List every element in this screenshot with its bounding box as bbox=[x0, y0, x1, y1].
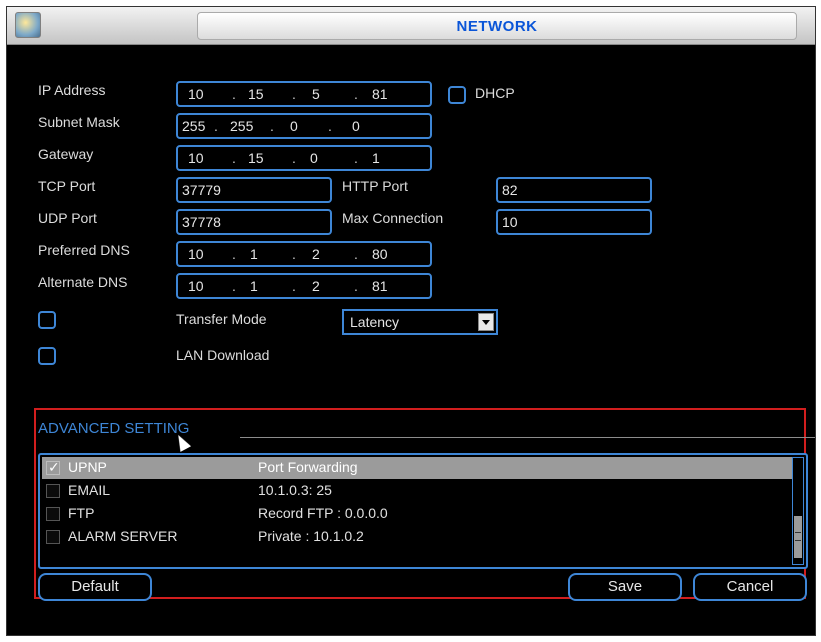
udp-port-label: UDP Port bbox=[38, 210, 97, 226]
list-item-name: FTP bbox=[68, 505, 95, 521]
preferred-dns-input[interactable]: 10 . 1 . 2 . 80 bbox=[176, 241, 432, 267]
chevron-down-icon[interactable] bbox=[478, 313, 494, 331]
preferred-dns-octet-1: 10 bbox=[188, 246, 204, 262]
ip-dot: . bbox=[292, 86, 296, 102]
scrollbar-thumb[interactable] bbox=[794, 516, 802, 558]
tcp-port-input[interactable]: 37779 bbox=[176, 177, 332, 203]
subnet-octet-4: 0 bbox=[352, 118, 360, 134]
alternate-dns-octet-2: 1 bbox=[250, 278, 258, 294]
list-item-info: Port Forwarding bbox=[258, 459, 358, 475]
list-item-info: 10.1.0.3: 25 bbox=[258, 482, 332, 498]
checkbox-icon[interactable] bbox=[46, 530, 60, 544]
gateway-octet-1: 10 bbox=[188, 150, 204, 166]
preferred-dns-octet-3: 2 bbox=[312, 246, 320, 262]
gateway-input[interactable]: 10 . 15 . 0 . 1 bbox=[176, 145, 432, 171]
checkbox-icon[interactable] bbox=[46, 484, 60, 498]
ip-dot: . bbox=[354, 86, 358, 102]
subnet-octet-1: 255 bbox=[182, 118, 206, 134]
tcp-port-label: TCP Port bbox=[38, 178, 96, 194]
subnet-dot: . bbox=[270, 118, 274, 134]
default-button[interactable]: Default bbox=[38, 573, 152, 601]
http-port-label: HTTP Port bbox=[342, 178, 408, 194]
ip-address-input[interactable]: 10 . 15 . 5 . 81 bbox=[176, 81, 432, 107]
gateway-octet-2: 15 bbox=[248, 150, 264, 166]
preferred-dns-label: Preferred DNS bbox=[38, 242, 130, 258]
advanced-setting-title: ADVANCED SETTING bbox=[38, 420, 190, 437]
list-item[interactable]: FTP Record FTP : 0.0.0.0 bbox=[42, 503, 792, 525]
alternate-dns-octet-3: 2 bbox=[312, 278, 320, 294]
checkbox-icon[interactable] bbox=[46, 507, 60, 521]
ip-octet-4: 81 bbox=[372, 86, 388, 102]
list-item-info: Record FTP : 0.0.0.0 bbox=[258, 505, 388, 521]
alternate-dns-dot: . bbox=[232, 278, 236, 294]
max-connection-label: Max Connection bbox=[342, 210, 444, 226]
alternate-dns-octet-1: 10 bbox=[188, 278, 204, 294]
subnet-mask-label: Subnet Mask bbox=[38, 114, 120, 130]
list-item[interactable]: EMAIL 10.1.0.3: 25 bbox=[42, 480, 792, 502]
list-scrollbar[interactable] bbox=[792, 457, 804, 565]
list-item[interactable]: ALARM SERVER Private : 10.1.0.2 bbox=[42, 526, 792, 548]
list-item-info: Private : 10.1.0.2 bbox=[258, 528, 364, 544]
ip-address-label: IP Address bbox=[38, 82, 106, 98]
title-plate: NETWORK bbox=[197, 12, 797, 40]
list-item[interactable]: ✓ UPNP Port Forwarding bbox=[42, 457, 792, 479]
max-connection-input[interactable]: 10 bbox=[496, 209, 652, 235]
dhcp-checkbox[interactable] bbox=[448, 86, 466, 104]
transfer-mode-select[interactable]: Latency bbox=[342, 309, 498, 335]
preferred-dns-octet-4: 80 bbox=[372, 246, 388, 262]
list-item-name: EMAIL bbox=[68, 482, 111, 498]
gateway-label: Gateway bbox=[38, 146, 94, 162]
preferred-dns-dot: . bbox=[232, 246, 236, 262]
alternate-dns-octet-4: 81 bbox=[372, 278, 388, 294]
network-app-icon bbox=[15, 12, 41, 38]
lan-download-label: LAN Download bbox=[176, 347, 270, 363]
gateway-octet-3: 0 bbox=[310, 150, 318, 166]
transfer-mode-checkbox[interactable] bbox=[38, 311, 56, 329]
cancel-button[interactable]: Cancel bbox=[693, 573, 807, 601]
subnet-mask-input[interactable]: 255 . 255 . 0 . 0 bbox=[176, 113, 432, 139]
http-port-input[interactable]: 82 bbox=[496, 177, 652, 203]
gateway-dot: . bbox=[232, 150, 236, 166]
subnet-dot: . bbox=[214, 118, 218, 134]
ip-octet-1: 10 bbox=[188, 86, 204, 102]
list-item-name: ALARM SERVER bbox=[68, 528, 178, 544]
gateway-dot: . bbox=[292, 150, 296, 166]
list-item-name: UPNP bbox=[68, 459, 107, 475]
udp-port-input[interactable]: 37778 bbox=[176, 209, 332, 235]
transfer-mode-label: Transfer Mode bbox=[176, 311, 267, 327]
title-bar: NETWORK bbox=[7, 7, 815, 45]
max-connection-value: 10 bbox=[502, 214, 518, 230]
preferred-dns-dot: . bbox=[354, 246, 358, 262]
subnet-octet-3: 0 bbox=[290, 118, 298, 134]
alternate-dns-dot: . bbox=[292, 278, 296, 294]
preferred-dns-octet-2: 1 bbox=[250, 246, 258, 262]
alternate-dns-input[interactable]: 10 . 1 . 2 . 81 bbox=[176, 273, 432, 299]
ip-dot: . bbox=[232, 86, 236, 102]
tcp-port-value: 37779 bbox=[182, 182, 221, 198]
alternate-dns-dot: . bbox=[354, 278, 358, 294]
divider bbox=[240, 437, 815, 438]
preferred-dns-dot: . bbox=[292, 246, 296, 262]
http-port-value: 82 bbox=[502, 182, 518, 198]
network-window: NETWORK IP Address 10 . 15 . 5 . 81 DHCP… bbox=[6, 6, 816, 636]
gateway-dot: . bbox=[354, 150, 358, 166]
window-title: NETWORK bbox=[456, 18, 538, 35]
dhcp-label: DHCP bbox=[475, 85, 515, 101]
advanced-list[interactable]: ✓ UPNP Port Forwarding EMAIL 10.1.0.3: 2… bbox=[38, 453, 808, 569]
gateway-octet-4: 1 bbox=[372, 150, 380, 166]
transfer-mode-value: Latency bbox=[350, 314, 400, 330]
udp-port-value: 37778 bbox=[182, 214, 221, 230]
checkbox-icon[interactable]: ✓ bbox=[46, 459, 60, 475]
subnet-dot: . bbox=[328, 118, 332, 134]
ip-octet-3: 5 bbox=[312, 86, 320, 102]
checkmark-icon: ✓ bbox=[48, 459, 60, 475]
subnet-octet-2: 255 bbox=[230, 118, 254, 134]
alternate-dns-label: Alternate DNS bbox=[38, 274, 128, 290]
save-button[interactable]: Save bbox=[568, 573, 682, 601]
ip-octet-2: 15 bbox=[248, 86, 264, 102]
lan-download-checkbox[interactable] bbox=[38, 347, 56, 365]
